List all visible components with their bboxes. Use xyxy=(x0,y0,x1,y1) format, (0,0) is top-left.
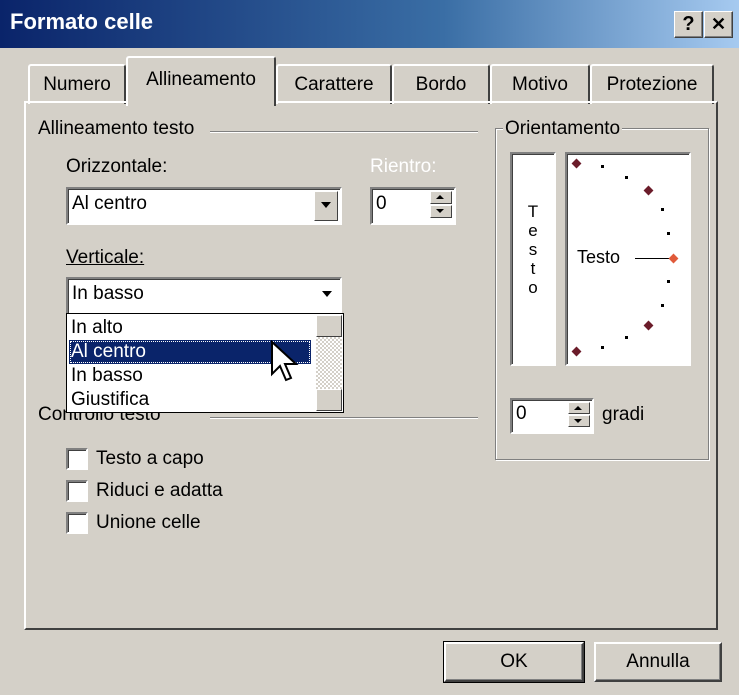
tab-numero[interactable]: Numero xyxy=(28,64,126,104)
alignment-group-label: Allineamento testo xyxy=(36,118,197,140)
degrees-value: 0 xyxy=(516,403,527,424)
dial-marker-icon xyxy=(571,346,582,357)
shrink-to-fit-checkbox[interactable] xyxy=(66,480,88,502)
vertical-select[interactable]: In basso xyxy=(66,277,342,315)
dial-marker-icon xyxy=(643,185,654,196)
indent-stepper[interactable]: 0 xyxy=(370,187,456,225)
group-divider xyxy=(210,417,478,418)
wrap-text-label: Testo a capo xyxy=(96,448,204,469)
option-in-alto[interactable]: In alto xyxy=(69,316,311,340)
shrink-to-fit-label: Riduci e adatta xyxy=(96,480,223,501)
horizontal-label: Orizzontale: xyxy=(66,156,168,177)
close-button[interactable]: ✕ xyxy=(704,11,733,38)
cancel-button[interactable]: Annulla xyxy=(594,642,722,682)
wrap-text-checkbox[interactable] xyxy=(66,448,88,470)
vertical-letter: s xyxy=(528,240,538,259)
chevron-down-icon[interactable] xyxy=(316,281,338,311)
dial-needle xyxy=(635,258,669,259)
dial-marker-icon xyxy=(643,320,654,331)
vertical-value: In basso xyxy=(72,283,144,304)
indent-value: 0 xyxy=(376,193,387,214)
orientation-group-label: Orientamento xyxy=(503,118,623,140)
group-divider xyxy=(210,131,478,132)
dial-dot-icon xyxy=(661,208,664,211)
tab-bordo[interactable]: Bordo xyxy=(392,64,490,104)
vertical-letter: t xyxy=(530,259,536,278)
orientation-dial[interactable]: Testo xyxy=(565,152,691,366)
vertical-letter: T xyxy=(527,202,539,221)
vertical-letter: o xyxy=(528,278,538,297)
dropdown-scrollbar[interactable] xyxy=(316,315,342,411)
chevron-down-icon[interactable] xyxy=(314,191,338,221)
vertical-dropdown-list[interactable]: In alto Al centro In basso Giustifica xyxy=(66,313,344,413)
tab-allineamento[interactable]: Allineamento xyxy=(126,56,276,106)
tab-motivo[interactable]: Motivo xyxy=(490,64,590,104)
dial-dot-icon xyxy=(625,176,628,179)
dial-text: Testo xyxy=(577,247,621,267)
option-giustifica[interactable]: Giustifica xyxy=(69,388,311,412)
spin-up-icon[interactable] xyxy=(568,402,590,414)
dial-marker-icon xyxy=(571,158,582,169)
spin-down-icon[interactable] xyxy=(568,415,590,427)
dial-dot-icon xyxy=(601,165,604,168)
window-title: Formato celle xyxy=(10,9,154,34)
horizontal-value: Al centro xyxy=(72,193,147,214)
degrees-label: gradi xyxy=(602,404,645,425)
dial-dot-icon xyxy=(601,346,604,349)
dial-dot-icon xyxy=(667,232,670,235)
spin-up-icon[interactable] xyxy=(430,191,452,204)
merge-cells-checkbox[interactable] xyxy=(66,512,88,534)
ok-button[interactable]: OK xyxy=(443,641,585,683)
help-button[interactable]: ? xyxy=(674,11,703,38)
mouse-cursor-icon xyxy=(271,340,299,382)
dial-dot-icon xyxy=(661,304,664,307)
scroll-down-icon[interactable] xyxy=(316,389,342,411)
scroll-up-icon[interactable] xyxy=(316,315,342,337)
dial-handle-icon[interactable] xyxy=(668,253,679,264)
spin-down-icon[interactable] xyxy=(430,205,452,218)
degrees-spin[interactable] xyxy=(568,402,590,430)
vertical-label: Verticale: xyxy=(66,247,145,268)
indent-label: Rientro: xyxy=(370,156,437,177)
merge-cells-label: Unione celle xyxy=(96,512,201,533)
horizontal-select[interactable]: Al centro xyxy=(66,187,342,225)
dial-dot-icon xyxy=(625,336,628,339)
indent-spin[interactable] xyxy=(430,191,452,221)
tab-carattere[interactable]: Carattere xyxy=(276,64,392,104)
tab-protezione[interactable]: Protezione xyxy=(590,64,714,104)
vertical-text-preview[interactable]: T e s t o xyxy=(510,152,556,366)
dial-dot-icon xyxy=(667,280,670,283)
vertical-letter: e xyxy=(528,221,538,240)
degrees-stepper[interactable]: 0 xyxy=(510,398,594,434)
